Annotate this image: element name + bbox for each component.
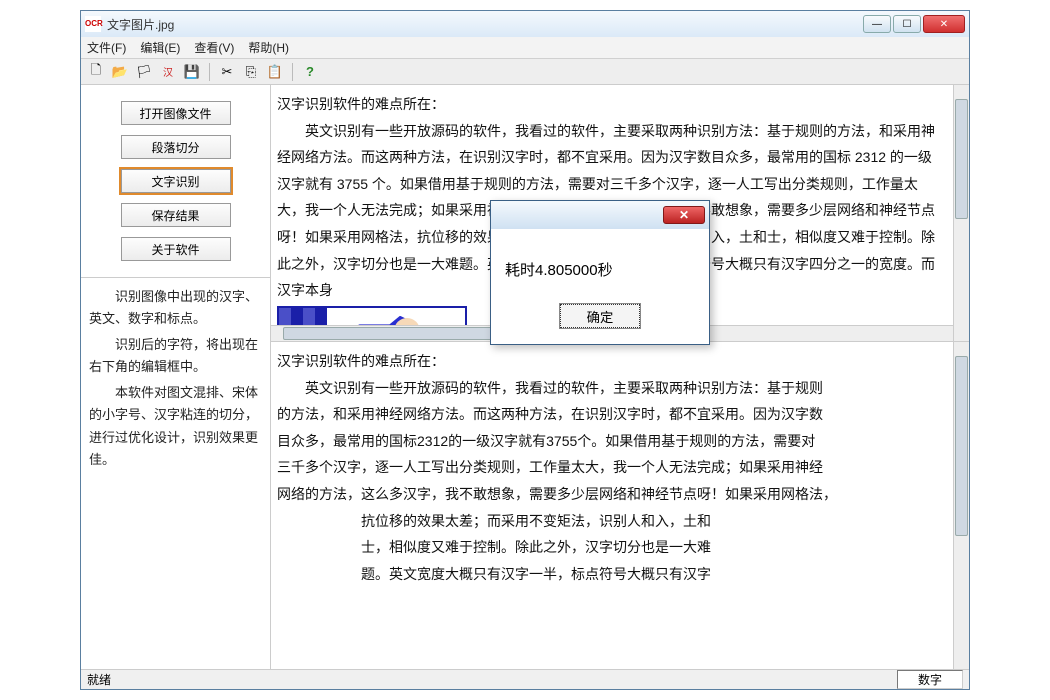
text-line: 题。英文宽度大概只有汉字一半，标点符号大概只有汉字 <box>277 561 941 588</box>
statusbar: 就绪 数字 <box>81 669 969 689</box>
dialog-titlebar: ✕ <box>491 201 709 229</box>
sidebar-save-button[interactable]: 保存结果 <box>121 203 231 227</box>
sidebar-open-image-button[interactable]: 打开图像文件 <box>121 101 231 125</box>
text-pane-heading: 汉字识别软件的难点所在： <box>277 348 941 375</box>
copy-icon[interactable]: ⎘ <box>242 63 260 81</box>
main-window: OCR 文字图片.jpg — ☐ ✕ 文件(F) 编辑(E) 查看(V) 帮助(… <box>80 10 970 690</box>
status-left: 就绪 <box>87 671 111 688</box>
new-icon[interactable]: 🗋 <box>87 63 105 81</box>
text-line: 的方法，和采用神经网络方法。而这两种方法，在识别汉字时，都不宜采用。因为汉字数 <box>277 401 941 428</box>
image-pane-vscrollbar[interactable] <box>953 85 969 341</box>
minimize-button[interactable]: — <box>863 15 891 33</box>
sidebar-info-p3: 本软件对图文混排、宋体的小字号、汉字粘连的切分，进行过优化设计，识别效果更佳。 <box>89 382 262 470</box>
window-title: 文字图片.jpg <box>107 16 863 33</box>
status-right: 数字 <box>897 670 963 689</box>
image-pane-heading: 汉字识别软件的难点所在： <box>277 91 941 118</box>
sidebar-segment-button[interactable]: 段落切分 <box>121 135 231 159</box>
maximize-button[interactable]: ☐ <box>893 15 921 33</box>
help-icon[interactable]: ? <box>301 63 319 81</box>
menu-file[interactable]: 文件(F) <box>87 39 126 56</box>
sidebar-button-column: 打开图像文件 段落切分 文字识别 保存结果 关于软件 <box>81 85 270 278</box>
close-button[interactable]: ✕ <box>923 15 965 33</box>
text-line: 目众多，最常用的国标2312的一级汉字就有3755个。如果借用基于规则的方法，需… <box>277 428 941 455</box>
menu-help[interactable]: 帮助(H) <box>248 39 289 56</box>
flag-icon[interactable]: 🏳 <box>135 63 153 81</box>
ocr-icon[interactable]: 汉 <box>159 63 177 81</box>
menu-view[interactable]: 查看(V) <box>194 39 234 56</box>
dialog-close-button[interactable]: ✕ <box>663 206 705 224</box>
sidebar-about-button[interactable]: 关于软件 <box>121 237 231 261</box>
message-dialog: ✕ 耗时4.805000秒 确定 <box>490 200 710 345</box>
toolbar: 🗋 📂 🏳 汉 💾 ✂ ⎘ 📋 ? <box>81 59 969 85</box>
sidebar-info-p2: 识别后的字符，将出现在右下角的编辑框中。 <box>89 334 262 378</box>
app-icon: OCR <box>85 16 101 32</box>
sidebar-info-text: 识别图像中出现的汉字、英文、数字和标点。 识别后的字符，将出现在右下角的编辑框中… <box>81 278 270 669</box>
menubar: 文件(F) 编辑(E) 查看(V) 帮助(H) <box>81 37 969 59</box>
text-line: 抗位移的效果太差；而采用不变矩法，识别人和入，土和 <box>277 508 941 535</box>
cut-icon[interactable]: ✂ <box>218 63 236 81</box>
text-line: 英文识别有一些开放源码的软件，我看过的软件，主要采取两种识别方法：基于规则 <box>277 375 941 402</box>
text-line: 士，相似度又难于控制。除此之外，汉字切分也是一大难 <box>277 534 941 561</box>
paste-icon[interactable]: 📋 <box>266 63 284 81</box>
toolbar-separator <box>209 63 210 81</box>
text-line: 网络的方法，这么多汉字，我不敢想象，需要多少层网络和神经节点呀！如果采用网格法， <box>277 481 941 508</box>
text-pane-vscrollbar[interactable] <box>953 342 969 669</box>
save-icon[interactable]: 💾 <box>183 63 201 81</box>
dialog-ok-button[interactable]: 确定 <box>560 304 640 328</box>
left-panel: 打开图像文件 段落切分 文字识别 保存结果 关于软件 识别图像中出现的汉字、英文… <box>81 85 271 669</box>
text-pane[interactable]: 汉字识别软件的难点所在： 英文识别有一些开放源码的软件，我看过的软件，主要采取两… <box>271 342 969 669</box>
sidebar-info-p1: 识别图像中出现的汉字、英文、数字和标点。 <box>89 286 262 330</box>
titlebar: OCR 文字图片.jpg — ☐ ✕ <box>81 11 969 37</box>
dialog-message: 耗时4.805000秒 <box>491 229 709 294</box>
text-line: 三千多个汉字，逐一人工写出分类规则，工作量太大，我一个人无法完成；如果采用神经 <box>277 454 941 481</box>
sidebar-ocr-button[interactable]: 文字识别 <box>121 169 231 193</box>
menu-edit[interactable]: 编辑(E) <box>140 39 180 56</box>
text-pane-content: 汉字识别软件的难点所在： 英文识别有一些开放源码的软件，我看过的软件，主要采取两… <box>271 342 969 593</box>
right-panel: 汉字识别软件的难点所在： 英文识别有一些开放源码的软件，我看过的软件，主要采取两… <box>271 85 969 669</box>
toolbar-separator <box>292 63 293 81</box>
open-icon[interactable]: 📂 <box>111 63 129 81</box>
